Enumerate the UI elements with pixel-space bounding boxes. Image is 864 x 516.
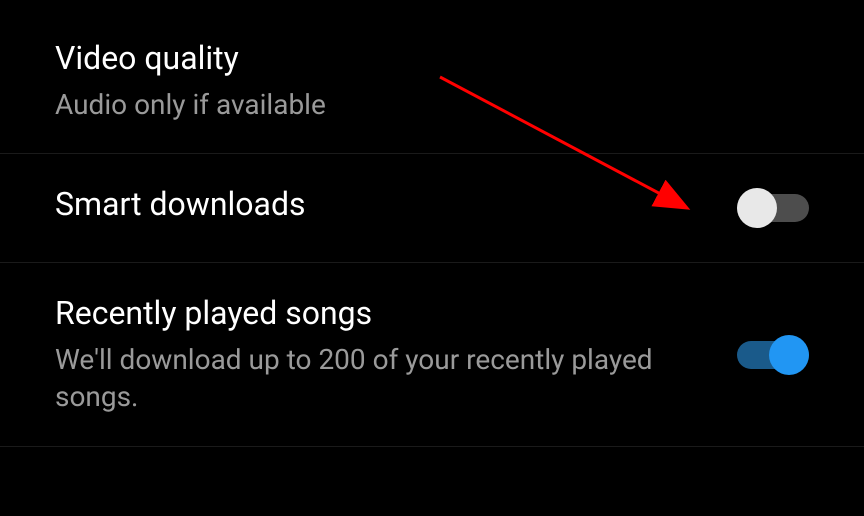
- setting-row-smart-downloads[interactable]: Smart downloads: [0, 154, 864, 263]
- setting-title-video-quality: Video quality: [55, 38, 769, 80]
- toggle-smart-downloads[interactable]: [737, 188, 809, 228]
- setting-row-video-quality[interactable]: Video quality Audio only if available: [0, 0, 864, 154]
- toggle-thumb: [737, 188, 777, 228]
- setting-subtitle-video-quality: Audio only if available: [55, 86, 769, 124]
- setting-text: Video quality Audio only if available: [55, 38, 809, 123]
- setting-text: Recently played songs We'll download up …: [55, 293, 737, 416]
- setting-subtitle-recently-played: We'll download up to 200 of your recentl…: [55, 341, 697, 417]
- toggle-recently-played[interactable]: [737, 335, 809, 375]
- setting-title-smart-downloads: Smart downloads: [55, 184, 697, 226]
- setting-title-recently-played: Recently played songs: [55, 293, 697, 335]
- setting-row-recently-played[interactable]: Recently played songs We'll download up …: [0, 263, 864, 447]
- setting-text: Smart downloads: [55, 184, 737, 232]
- toggle-thumb: [769, 335, 809, 375]
- settings-list: Video quality Audio only if available Sm…: [0, 0, 864, 447]
